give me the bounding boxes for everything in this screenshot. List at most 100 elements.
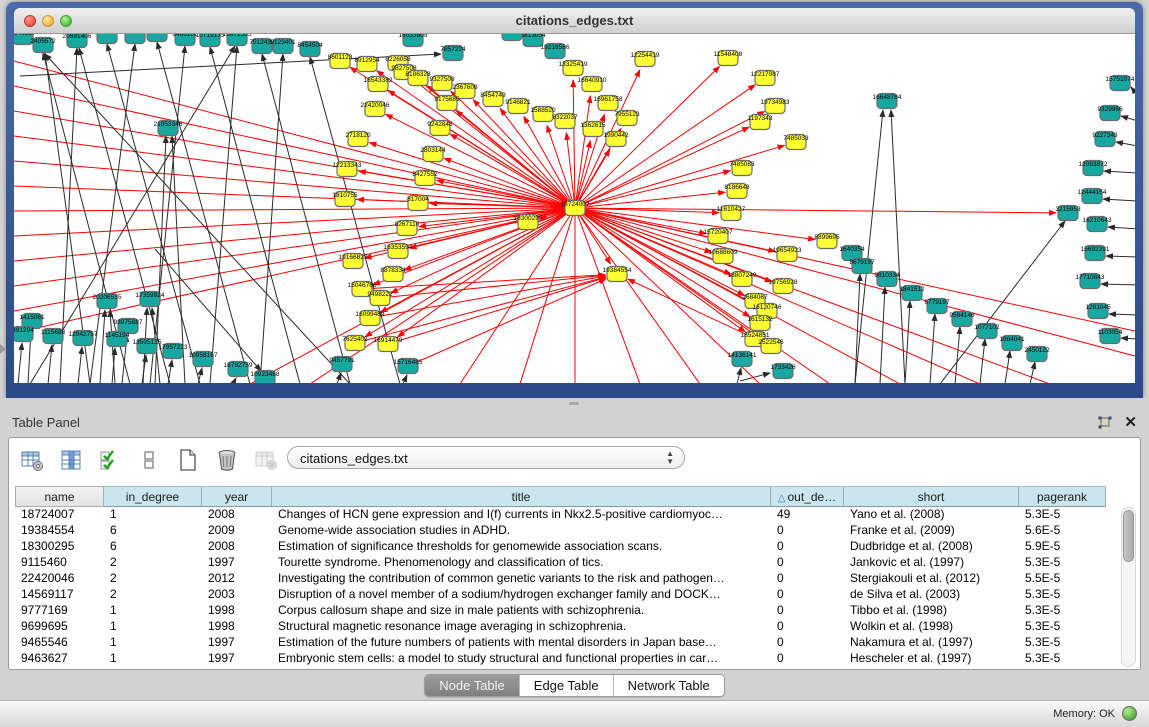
table-row[interactable]: 1830029562008Estimation of significance … [15, 539, 1106, 555]
column-header-in_degree[interactable]: in_degree [104, 486, 202, 507]
cell-pagerank[interactable]: 5.3E-5 [1019, 651, 1106, 667]
tab-edge-table[interactable]: Edge Table [519, 675, 613, 696]
cell-title[interactable]: Disruption of a novel member of a sodium… [272, 587, 771, 603]
cell-name[interactable]: 9463627 [15, 651, 104, 667]
graph-node[interactable]: 7485083 [729, 161, 755, 176]
cell-in_degree[interactable]: 6 [104, 539, 202, 555]
cell-out_de[interactable]: 0 [771, 587, 844, 603]
graph-node[interactable]: 9329966 [1097, 106, 1123, 121]
graph-node[interactable]: 16914479 [374, 337, 403, 352]
graph-node[interactable]: 9594146 [949, 312, 975, 327]
memory-ok-indicator-icon[interactable] [1122, 706, 1137, 721]
cell-title[interactable]: Changes of HCN gene expression and I(f) … [272, 507, 771, 523]
cell-in_degree[interactable]: 2 [104, 555, 202, 571]
cell-short[interactable]: de Silva et al. (2003) [844, 587, 1019, 603]
cell-short[interactable]: Franke et al. (2009) [844, 523, 1019, 539]
cell-out_de[interactable]: 0 [771, 539, 844, 555]
graph-node[interactable]: 9327508 [429, 76, 455, 91]
cell-year[interactable]: 1997 [202, 555, 272, 571]
cell-title[interactable]: Genome-wide association studies in ADHD. [272, 523, 771, 539]
graph-node[interactable]: 15692391 [1081, 246, 1110, 261]
graph-node[interactable]: 19166827 [339, 254, 368, 269]
graph-node[interactable]: 14136141 [728, 352, 757, 367]
graph-node[interactable]: 15751074 [1106, 76, 1135, 91]
cell-short[interactable]: Tibbo et al. (1998) [844, 603, 1019, 619]
cell-short[interactable]: Stergiakouli et al. (2012) [844, 571, 1019, 587]
graph-node[interactable]: 6779197 [924, 299, 950, 314]
tab-node-table[interactable]: Node Table [425, 675, 519, 696]
cell-pagerank[interactable]: 5.3E-5 [1019, 619, 1106, 635]
cell-year[interactable]: 1998 [202, 603, 272, 619]
scrollbar-thumb[interactable] [1123, 510, 1134, 562]
graph-node[interactable]: 16640910 [578, 77, 607, 92]
graph-node[interactable]: 1077102 [974, 324, 1000, 339]
graph-node[interactable]: 10958167 [189, 352, 218, 367]
close-panel-icon[interactable]: ✕ [1124, 413, 1137, 431]
column-header-name[interactable]: name [15, 486, 104, 507]
cell-in_degree[interactable]: 2 [104, 571, 202, 587]
graph-node[interactable]: 8899695 [814, 234, 840, 249]
table-row[interactable]: 1456911722003Disruption of a novel membe… [15, 587, 1106, 603]
cell-short[interactable]: Jankovic et al. (1997) [844, 555, 1019, 571]
cell-pagerank[interactable]: 5.5E-5 [1019, 571, 1106, 587]
graph-node[interactable]: 11610427 [717, 206, 746, 221]
graph-node[interactable]: 2522546 [758, 339, 784, 354]
cell-in_degree[interactable]: 1 [104, 619, 202, 635]
collapse-panel-arrow-icon[interactable] [0, 344, 6, 354]
cell-out_de[interactable]: 0 [771, 603, 844, 619]
graph-node[interactable]: 19756928 [769, 279, 798, 294]
table-row[interactable]: 969969511998Structural magnetic resonanc… [15, 619, 1106, 635]
cell-out_de[interactable]: 49 [771, 507, 844, 523]
graph-node[interactable]: 1197343 [748, 115, 773, 130]
network-canvas[interactable]: 1872400718300295193845548601123891295482… [14, 34, 1135, 383]
graph-node[interactable]: 1866950 [499, 34, 525, 41]
graph-node[interactable]: 9242848 [427, 121, 453, 136]
graph-node[interactable]: 9498222 [367, 291, 393, 306]
cell-in_degree[interactable]: 1 [104, 651, 202, 667]
graph-node[interactable]: 9227343 [1092, 132, 1118, 147]
graph-node[interactable]: 2405572 [30, 38, 56, 53]
cell-name[interactable]: 14569117 [15, 587, 104, 603]
graph-node[interactable]: 8454504 [297, 42, 323, 57]
graph-node[interactable]: 1733426 [770, 364, 796, 379]
graph-node[interactable]: 1964041 [999, 336, 1025, 351]
graph-node[interactable]: 1615132 [747, 316, 773, 331]
graph-node[interactable]: 17359924 [136, 292, 165, 307]
graph-node[interactable]: 8175685 [434, 96, 460, 111]
table-row[interactable]: 946554611997Estimation of the future num… [15, 635, 1106, 651]
graph-node[interactable]: 8601123 [328, 54, 353, 69]
graph-node[interactable]: 8322037 [552, 114, 578, 129]
cell-short[interactable]: Wolkin et al. (1998) [844, 619, 1019, 635]
graph-node[interactable]: 8186648 [724, 184, 750, 199]
graph-node[interactable]: 11548408 [714, 51, 743, 66]
cell-in_degree[interactable]: 1 [104, 507, 202, 523]
cell-title[interactable]: Estimation of the future numbers of pati… [272, 635, 771, 651]
graph-node[interactable]: 7625402 [342, 336, 368, 351]
graph-node[interactable]: 7955123 [614, 111, 640, 126]
graph-node[interactable]: 12444154 [1078, 189, 1107, 204]
graph-node[interactable]: 7485033 [783, 135, 809, 150]
graph-node[interactable]: 10688609 [709, 249, 738, 264]
cell-year[interactable]: 1997 [202, 651, 272, 667]
cell-short[interactable]: Dudbridge et al. (2008) [844, 539, 1019, 555]
window-titlebar[interactable]: citations_edges.txt [14, 8, 1135, 34]
graph-node[interactable]: 17710843 [1076, 274, 1105, 289]
cell-year[interactable]: 1997 [202, 635, 272, 651]
citation-graph[interactable]: 1872400718300295193845548601123891295482… [14, 34, 1135, 383]
graph-node[interactable]: 9146821 [505, 99, 531, 114]
rows-icon[interactable] [136, 447, 162, 473]
panel-splitter[interactable] [0, 398, 1149, 409]
cell-pagerank[interactable]: 5.3E-5 [1019, 555, 1106, 571]
cell-short[interactable]: Nakamura et al. (1997) [844, 635, 1019, 651]
graph-node[interactable]: 7857224 [440, 46, 466, 61]
table-row[interactable]: 911546021997Tourette syndrome. Phenomeno… [15, 555, 1106, 571]
graph-node[interactable]: 1810755 [332, 192, 358, 207]
graph-node[interactable]: 16099489 [356, 311, 385, 326]
cell-out_de[interactable]: 0 [771, 619, 844, 635]
cell-out_de[interactable]: 0 [771, 555, 844, 571]
table-selector-dropdown[interactable]: citations_edges.txt ▲▼ [287, 446, 685, 469]
cell-pagerank[interactable]: 5.9E-5 [1019, 539, 1106, 555]
cell-out_de[interactable]: 0 [771, 635, 844, 651]
cell-name[interactable]: 18724007 [15, 507, 104, 523]
graph-node[interactable]: 10923468 [251, 371, 280, 384]
